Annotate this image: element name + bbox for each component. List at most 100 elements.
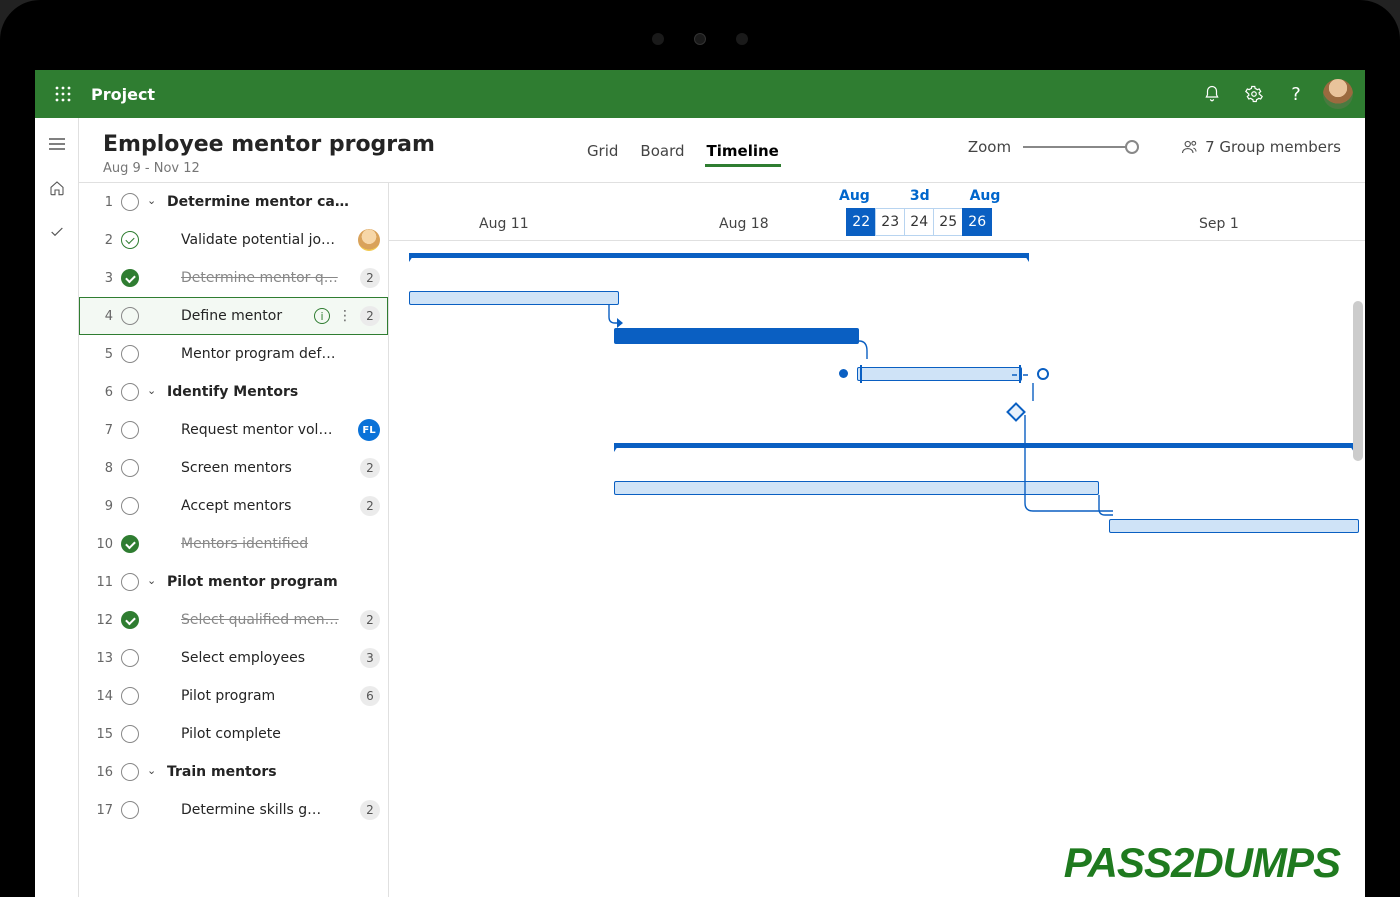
task-status-circle[interactable] xyxy=(121,193,139,211)
task-status-circle[interactable] xyxy=(121,687,139,705)
task-number: 11 xyxy=(93,575,113,590)
task-label: Determine mentor q… xyxy=(167,270,352,286)
task-number: 8 xyxy=(93,461,113,476)
link-dot-4-end[interactable] xyxy=(1037,368,1049,380)
task-row[interactable]: 10Mentors identified xyxy=(79,525,388,563)
task-row[interactable]: 9Accept mentors2 xyxy=(79,487,388,525)
task-row[interactable]: 6⌄Identify Mentors xyxy=(79,373,388,411)
task-row[interactable]: 15Pilot complete xyxy=(79,715,388,753)
task-number: 4 xyxy=(93,309,113,324)
task-row[interactable]: 2Validate potential jo… xyxy=(79,221,388,259)
task-status-circle[interactable] xyxy=(121,345,139,363)
date-cell-24[interactable]: 24 xyxy=(904,208,934,236)
task-status-circle[interactable] xyxy=(121,383,139,401)
task-row[interactable]: 7Request mentor vol…FL xyxy=(79,411,388,449)
date-cell-25[interactable]: 25 xyxy=(933,208,963,236)
task-number: 3 xyxy=(93,271,113,286)
summary-bar-6[interactable] xyxy=(614,443,1354,448)
hamburger-button[interactable] xyxy=(39,126,75,162)
task-status-circle[interactable] xyxy=(121,307,139,325)
task-status-circle[interactable] xyxy=(121,497,139,515)
task-status-circle[interactable] xyxy=(121,573,139,591)
task-row[interactable]: 11⌄Pilot mentor program xyxy=(79,563,388,601)
more-options-button[interactable]: ⋮ xyxy=(338,308,352,324)
task-label: Define mentor xyxy=(167,308,306,324)
task-label: Determine skills g… xyxy=(167,802,352,818)
task-bar-3[interactable] xyxy=(614,328,859,344)
app-name: Project xyxy=(91,85,155,104)
attachment-count-badge: 2 xyxy=(360,268,380,288)
attachment-count-badge: 3 xyxy=(360,648,380,668)
task-row[interactable]: 3 Determine mentor q… 2 xyxy=(79,259,388,297)
gantt-area[interactable] xyxy=(389,241,1365,897)
task-bar-8[interactable] xyxy=(1109,519,1359,533)
task-bar-2[interactable] xyxy=(409,291,619,305)
view-tabs: Grid Board Timeline xyxy=(585,138,781,167)
task-status-circle[interactable] xyxy=(121,459,139,477)
assignee-avatar[interactable] xyxy=(358,229,380,251)
expand-chevron-icon[interactable]: ⌄ xyxy=(147,194,159,207)
project-header: Employee mentor program Aug 9 - Nov 12 G… xyxy=(79,118,1365,182)
bar-handle-right[interactable] xyxy=(1015,365,1025,383)
vertical-scrollbar[interactable] xyxy=(1353,301,1363,461)
home-button[interactable] xyxy=(39,170,75,206)
assignee-avatar[interactable]: FL xyxy=(358,419,380,441)
task-status-circle[interactable] xyxy=(121,231,139,249)
date-cell-22[interactable]: 22 xyxy=(846,208,876,236)
help-button[interactable]: ? xyxy=(1275,73,1317,115)
task-number: 15 xyxy=(93,727,113,742)
timeline-panel: Aug 11 Aug 18 Sep 1 Aug 3d Aug 22 xyxy=(389,183,1365,897)
task-status-circle[interactable] xyxy=(121,649,139,667)
date-cell-26[interactable]: 26 xyxy=(962,208,992,236)
notifications-button[interactable] xyxy=(1191,73,1233,115)
task-label: Pilot program xyxy=(167,688,352,704)
task-row[interactable]: 8Screen mentors2 xyxy=(79,449,388,487)
task-number: 5 xyxy=(93,347,113,362)
tab-grid[interactable]: Grid xyxy=(585,138,620,167)
app-launcher-button[interactable] xyxy=(47,78,79,110)
task-row[interactable]: 12Select qualified men…2 xyxy=(79,601,388,639)
date-sep1: Sep 1 xyxy=(1199,216,1239,232)
tab-board[interactable]: Board xyxy=(638,138,686,167)
task-status-circle[interactable] xyxy=(121,421,139,439)
task-status-circle[interactable] xyxy=(121,269,139,287)
task-label: Accept mentors xyxy=(167,498,352,514)
task-status-circle[interactable] xyxy=(121,725,139,743)
expand-chevron-icon[interactable]: ⌄ xyxy=(147,574,159,587)
settings-button[interactable] xyxy=(1233,73,1275,115)
attachment-count-badge: 2 xyxy=(360,800,380,820)
task-label: Mentors identified xyxy=(167,536,380,552)
task-row[interactable]: 4Define mentori⋮2 xyxy=(79,297,388,335)
timeline-header: Aug 11 Aug 18 Sep 1 Aug 3d Aug 22 xyxy=(389,183,1365,241)
task-label: Determine mentor ca… xyxy=(167,194,380,210)
task-bar-4[interactable] xyxy=(857,367,1022,381)
task-row[interactable]: 17Determine skills g…2 xyxy=(79,791,388,829)
bar-handle-left[interactable] xyxy=(856,365,866,383)
group-members-button[interactable]: 7 Group members xyxy=(1181,138,1341,156)
task-row[interactable]: 1⌄Determine mentor ca… xyxy=(79,183,388,221)
zoom-label: Zoom xyxy=(968,138,1011,156)
task-row[interactable]: 13Select employees3 xyxy=(79,639,388,677)
task-status-circle[interactable] xyxy=(121,801,139,819)
date-cell-23[interactable]: 23 xyxy=(875,208,905,236)
task-number: 12 xyxy=(93,613,113,628)
expand-chevron-icon[interactable]: ⌄ xyxy=(147,764,159,777)
tab-timeline[interactable]: Timeline xyxy=(705,138,781,167)
task-row[interactable]: 5Mentor program def… xyxy=(79,335,388,373)
check-button[interactable] xyxy=(39,214,75,250)
task-label: Validate potential jo… xyxy=(167,232,350,248)
info-icon[interactable]: i xyxy=(314,308,330,324)
drag-duration-label: 3d xyxy=(910,188,930,204)
expand-chevron-icon[interactable]: ⌄ xyxy=(147,384,159,397)
link-dot-4-start[interactable] xyxy=(839,369,848,378)
summary-bar-1[interactable] xyxy=(409,253,1029,258)
task-status-circle[interactable] xyxy=(121,763,139,781)
task-status-circle[interactable] xyxy=(121,535,139,553)
zoom-slider[interactable] xyxy=(1023,146,1133,148)
task-row[interactable]: 16⌄Train mentors xyxy=(79,753,388,791)
date-range-picker[interactable]: Aug 3d Aug 22 23 24 25 26 xyxy=(839,188,1000,240)
user-avatar[interactable] xyxy=(1323,79,1353,109)
project-date-range: Aug 9 - Nov 12 xyxy=(103,161,435,176)
task-row[interactable]: 14Pilot program6 xyxy=(79,677,388,715)
task-status-circle[interactable] xyxy=(121,611,139,629)
